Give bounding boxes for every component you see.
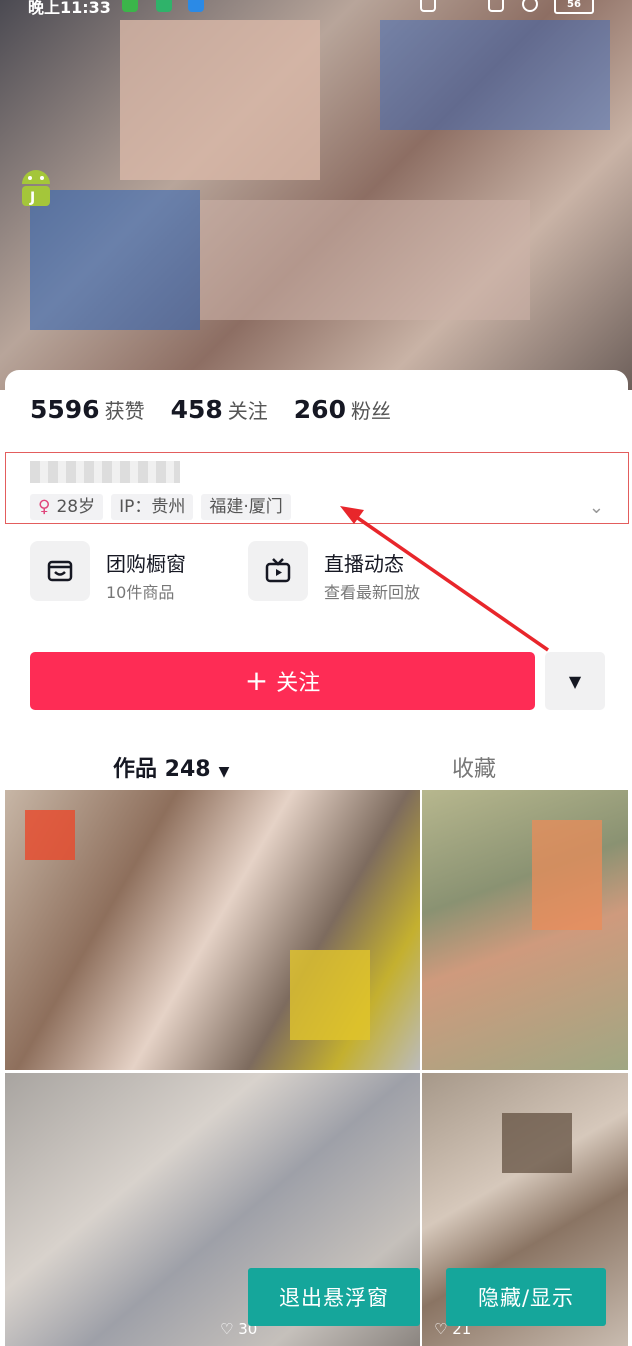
more-options-button[interactable]: ▼ bbox=[545, 652, 605, 710]
location-tag: 福建·厦门 bbox=[201, 494, 291, 520]
status-time: 晚上11:33 bbox=[28, 0, 111, 17]
tab-works[interactable]: 作品 248 ▼ bbox=[113, 751, 229, 783]
ip-tag: IP：贵州 bbox=[111, 494, 194, 520]
female-icon: ♀ bbox=[38, 497, 51, 517]
toggle-visibility-button[interactable]: 隐藏/显示 bbox=[446, 1268, 606, 1326]
thumb-blur-block bbox=[532, 820, 602, 930]
app-notification-icon bbox=[156, 0, 172, 12]
video-thumbnail[interactable] bbox=[5, 790, 420, 1070]
svg-text:J: J bbox=[29, 190, 35, 206]
cover-blur-block bbox=[200, 200, 530, 320]
profile-cover-image[interactable] bbox=[0, 0, 632, 390]
age-tag: ♀ 28岁 bbox=[30, 494, 104, 520]
video-grid: ♡ 30 ♡ 21 bbox=[0, 790, 632, 1346]
cover-blur-block bbox=[120, 20, 320, 180]
exit-floating-window-button[interactable]: 退出悬浮窗 bbox=[248, 1268, 420, 1326]
caret-down-icon: ▼ bbox=[568, 671, 582, 691]
wechat-icon bbox=[122, 0, 138, 12]
wifi-icon bbox=[522, 0, 538, 12]
thumb-blur-block bbox=[290, 950, 370, 1040]
profile-page: 晚上11:33 56 5596 获赞 458 关注 260 粉丝 ♀ 28岁 IP：贵州… bbox=[0, 0, 632, 1346]
status-bar: 晚上11:33 56 bbox=[0, 0, 632, 18]
battery-icon: 56 bbox=[554, 0, 594, 14]
follow-button[interactable]: + 关注 bbox=[30, 652, 535, 710]
caret-down-icon: ▼ bbox=[218, 764, 230, 780]
profile-info-panel: 5596 获赞 458 关注 260 粉丝 ♀ 28岁 IP：贵州 福建·厦门 ⌄ 团购… bbox=[5, 370, 630, 800]
live-tv-icon bbox=[248, 541, 308, 601]
cover-blur-block bbox=[380, 20, 610, 130]
live-replay-entry[interactable]: 直播动态 查看最新回放 bbox=[248, 530, 478, 610]
nfc-icon bbox=[420, 0, 436, 12]
android-floating-icon[interactable]: J bbox=[16, 166, 56, 208]
cover-blur-block bbox=[30, 190, 200, 330]
chevron-down-icon[interactable]: ⌄ bbox=[589, 497, 604, 518]
plus-icon: + bbox=[244, 664, 269, 697]
sim-icon bbox=[488, 0, 504, 12]
profile-bio-box[interactable]: ♀ 28岁 IP：贵州 福建·厦门 ⌄ bbox=[5, 452, 629, 524]
feature-entries: 团购橱窗 10件商品 直播动态 查看最新回放 bbox=[30, 530, 630, 610]
thumb-blur-block bbox=[25, 810, 75, 860]
stat-followers[interactable]: 260 粉丝 bbox=[294, 395, 391, 424]
content-tabs: 作品 248 ▼ 收藏 bbox=[5, 745, 628, 785]
video-thumbnail[interactable] bbox=[422, 790, 628, 1070]
stat-likes[interactable]: 5596 获赞 bbox=[30, 395, 145, 424]
stats-row: 5596 获赞 458 关注 260 粉丝 bbox=[30, 395, 417, 424]
thumb-blur-block bbox=[502, 1113, 572, 1173]
app-notification-icon bbox=[188, 0, 204, 12]
stat-following[interactable]: 458 关注 bbox=[171, 395, 268, 424]
shop-window-icon bbox=[30, 541, 90, 601]
shop-window-entry[interactable]: 团购橱窗 10件商品 bbox=[30, 530, 240, 610]
blurred-signature bbox=[30, 461, 180, 483]
tab-favorites[interactable]: 收藏 bbox=[452, 751, 496, 783]
profile-tags: ♀ 28岁 IP：贵州 福建·厦门 bbox=[30, 494, 299, 520]
